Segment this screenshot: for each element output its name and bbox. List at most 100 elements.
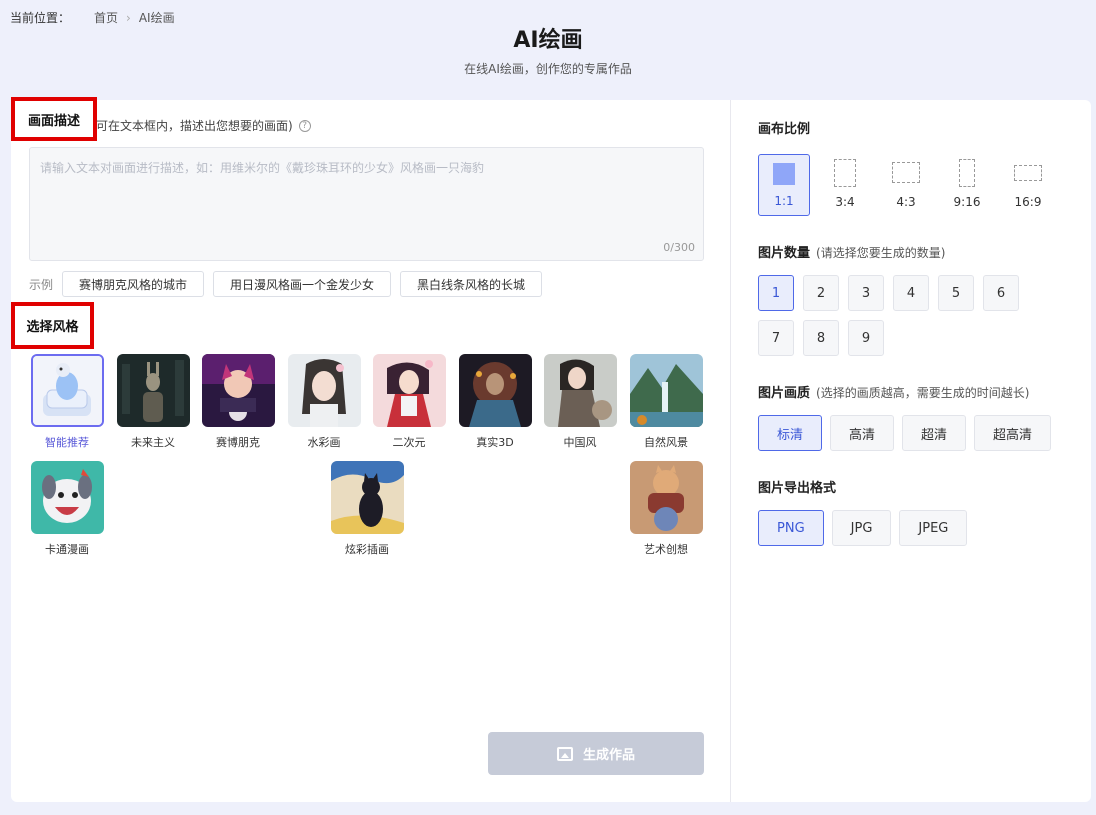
style-item-anime[interactable]: 二次元 [371, 354, 447, 450]
description-title: 画面描述 [11, 97, 97, 141]
page-subtitle: 在线AI绘画，创作您的专属作品 [464, 62, 632, 76]
style-item-smart[interactable]: 智能推荐 [29, 354, 105, 450]
ratio-option-9-16[interactable]: 9:16 [941, 154, 993, 216]
quality-option-fhd[interactable]: 超清 [902, 415, 967, 451]
style-item-colorful[interactable]: 炫彩插画 [329, 461, 405, 557]
image-icon [556, 746, 573, 761]
count-option-5[interactable]: 5 [938, 275, 974, 311]
ratio-label: 1:1 [774, 194, 794, 208]
style-thumb-watercolor [287, 354, 361, 427]
style-name: 真实3D [476, 436, 514, 449]
quality-option-uhd[interactable]: 超高清 [974, 415, 1052, 451]
format-option-png[interactable]: PNG [758, 510, 824, 546]
style-thumb-art [629, 461, 703, 534]
format-option-jpg[interactable]: JPG [831, 510, 892, 546]
quality-title-text: 图片画质 [758, 386, 811, 401]
char-counter: 0/300 [663, 241, 695, 254]
description-input[interactable]: 请输入文本对画面进行描述，如：用维米尔的《戴珍珠耳环的少女》风格画一只海豹 0/… [29, 147, 704, 261]
style-name: 智能推荐 [45, 436, 89, 449]
ratio-label: 4:3 [896, 195, 916, 209]
page-header: AI绘画 在线AI绘画，创作您的专属作品 [0, 22, 1096, 77]
description-hint: 可在文本框内，描述出您想要的画面) [96, 119, 293, 133]
quality-title: 图片画质 (选择的画质越高，需要生成的时间越长) [758, 382, 1091, 401]
ratio-label: 16:9 [1014, 195, 1042, 209]
quality-option-sd[interactable]: 标清 [758, 415, 823, 451]
style-thumb-cyberpunk [201, 354, 275, 427]
format-option-jpeg[interactable]: JPEG [899, 510, 968, 546]
style-thumb-colorful [330, 461, 404, 534]
quality-section: 图片画质 (选择的画质越高，需要生成的时间越长) 标清 高清 超清 超高清 [758, 382, 1091, 451]
settings-column: 画布比例 1:1 3:4 4:3 9:16 16:9 图片数量 (请选择您要生成… [731, 100, 1091, 802]
format-options: PNG JPG JPEG [758, 510, 1091, 546]
style-thumb-chinese [543, 354, 617, 427]
ratio-shape-icon [892, 162, 920, 183]
style-item-cartoon[interactable]: 卡通漫画 [29, 461, 105, 557]
example-button-1[interactable]: 赛博朋克风格的城市 [62, 271, 205, 297]
ratio-options: 1:1 3:4 4:3 9:16 16:9 [758, 154, 1091, 216]
ratio-shape-icon [1014, 165, 1042, 181]
description-hint-row: 可在文本框内，描述出您想要的画面) ? [96, 117, 311, 134]
count-options: 1 2 3 4 5 6 7 8 9 [758, 275, 1038, 356]
ratio-section: 画布比例 1:1 3:4 4:3 9:16 16:9 [758, 118, 1091, 216]
style-thumb-anime [372, 354, 446, 427]
example-button-3[interactable]: 黑白线条风格的长城 [400, 271, 543, 297]
style-name: 赛博朋克 [216, 436, 260, 449]
ratio-option-4-3[interactable]: 4:3 [880, 154, 932, 216]
style-thumb-futurism [116, 354, 190, 427]
main-panel: 画面描述 可在文本框内，描述出您想要的画面) ? 请输入文本对画面进行描述，如：… [11, 97, 1091, 802]
ratio-option-1-1[interactable]: 1:1 [758, 154, 810, 216]
ratio-shape-icon [959, 159, 975, 187]
ratio-label: 3:4 [835, 195, 855, 209]
ratio-option-16-9[interactable]: 16:9 [1002, 154, 1054, 216]
count-section: 图片数量 (请选择您要生成的数量) 1 2 3 4 5 6 7 8 9 [758, 242, 1091, 356]
description-placeholder: 请输入文本对画面进行描述，如：用维米尔的《戴珍珠耳环的少女》风格画一只海豹 [40, 161, 485, 175]
examples-row: 示例 赛博朋克风格的城市 用日漫风格画一个金发少女 黑白线条风格的长城 [29, 271, 543, 297]
style-name: 炫彩插画 [345, 543, 389, 556]
ratio-title-text: 画布比例 [758, 122, 811, 137]
format-section: 图片导出格式 PNG JPG JPEG [758, 477, 1091, 546]
count-option-3[interactable]: 3 [848, 275, 884, 311]
style-thumb-smart [30, 354, 104, 427]
style-item-real3d[interactable]: 真实3D [457, 354, 533, 450]
quality-subtitle: (选择的画质越高，需要生成的时间越长) [816, 386, 1030, 400]
ratio-label: 9:16 [953, 195, 981, 209]
style-item-landscape[interactable]: 自然风景 [628, 354, 704, 450]
style-item-watercolor[interactable]: 水彩画 [286, 354, 362, 450]
left-column: 画面描述 可在文本框内，描述出您想要的画面) ? 请输入文本对画面进行描述，如：… [11, 97, 730, 802]
example-button-2[interactable]: 用日漫风格画一个金发少女 [213, 271, 392, 297]
count-option-6[interactable]: 6 [983, 275, 1019, 311]
ratio-shape-icon [773, 163, 795, 185]
style-thumb-real3d [458, 354, 532, 427]
generate-label: 生成作品 [582, 748, 635, 763]
ratio-option-3-4[interactable]: 3:4 [819, 154, 871, 216]
style-name: 卡通漫画 [45, 543, 89, 556]
style-item-art[interactable]: 艺术创想 [628, 461, 704, 557]
style-name: 二次元 [392, 436, 426, 449]
count-option-2[interactable]: 2 [803, 275, 839, 311]
style-name: 未来主义 [131, 436, 175, 449]
count-option-8[interactable]: 8 [803, 320, 839, 356]
style-grid: 智能推荐 未来主义 赛博朋克 水彩画 二次元 真实3D 中国风 自然风景 卡通漫… [29, 354, 709, 574]
style-item-chinese[interactable]: 中国风 [542, 354, 618, 450]
count-title: 图片数量 (请选择您要生成的数量) [758, 242, 1091, 261]
generate-button[interactable]: 生成作品 [488, 732, 704, 775]
style-item-cyberpunk[interactable]: 赛博朋克 [200, 354, 276, 450]
style-thumb-cartoon [30, 461, 104, 534]
count-option-7[interactable]: 7 [758, 320, 794, 356]
count-option-1[interactable]: 1 [758, 275, 794, 311]
page-title: AI绘画 [513, 28, 583, 53]
format-title-text: 图片导出格式 [758, 481, 837, 496]
style-name: 自然风景 [644, 436, 688, 449]
quality-option-hd[interactable]: 高清 [830, 415, 895, 451]
format-title: 图片导出格式 [758, 477, 1091, 496]
style-name: 中国风 [563, 436, 597, 449]
style-name: 艺术创想 [644, 543, 688, 556]
style-item-futurism[interactable]: 未来主义 [115, 354, 191, 450]
count-option-9[interactable]: 9 [848, 320, 884, 356]
help-icon[interactable]: ? [298, 119, 311, 132]
style-name: 水彩画 [307, 436, 341, 449]
count-title-text: 图片数量 [758, 246, 811, 261]
count-option-4[interactable]: 4 [893, 275, 929, 311]
style-title: 选择风格 [11, 302, 94, 349]
examples-label: 示例 [29, 277, 54, 292]
